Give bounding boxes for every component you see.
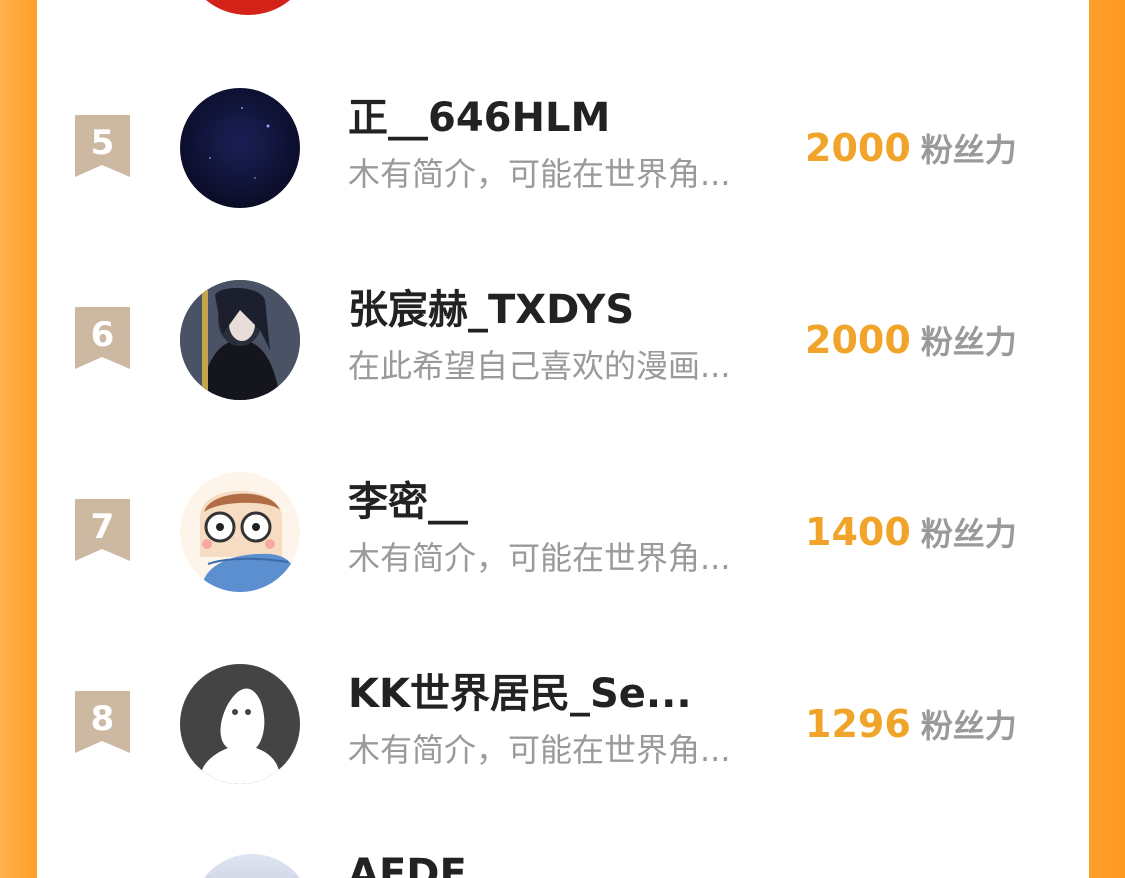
default-user-avatar[interactable] xyxy=(180,664,300,784)
score-unit: 粉丝力 xyxy=(920,707,1017,745)
rank-number: 5 xyxy=(90,123,115,163)
user-bio: 木有简介，可能在世界角... xyxy=(348,539,731,577)
ranking-row-5[interactable]: 5 正__646HLM 木有简介，可能在世界角... 2000 粉丝力 xyxy=(37,88,1089,248)
score-unit: 粉丝力 xyxy=(920,515,1017,553)
partial-username[interactable]: AFDE xyxy=(348,850,467,878)
ranking-row-8[interactable]: 8 KK世界居民_Se... 木有简介，可能在世界角... 1296 粉丝力 xyxy=(37,664,1089,824)
score-value: 2000 xyxy=(805,126,911,170)
rank-badge: 5 xyxy=(75,115,130,177)
fan-power-score: 2000 粉丝力 xyxy=(805,316,1017,372)
username[interactable]: 张宸赫_TXDYS xyxy=(348,286,634,334)
fan-power-score: 2000 粉丝力 xyxy=(805,124,1017,180)
partial-avatar-top[interactable] xyxy=(188,0,308,15)
user-bio: 木有简介，可能在世界角... xyxy=(348,155,731,193)
score-value: 1400 xyxy=(805,510,911,554)
rank-badge: 8 xyxy=(75,691,130,753)
fan-ranking-list: 5 正__646HLM 木有简介，可能在世界角... 2000 粉丝力 6 张宸… xyxy=(37,0,1089,878)
ranking-row-7[interactable]: 7 李密__ 木有简介，可能在世界角... 1400 粉丝力 xyxy=(37,472,1089,632)
username[interactable]: 李密__ xyxy=(348,478,468,526)
ranking-row-6[interactable]: 6 张宸赫_TXDYS 在此希望自己喜欢的漫画... 2000 粉丝力 xyxy=(37,280,1089,440)
user-bio: 木有简介，可能在世界角... xyxy=(348,731,731,769)
username[interactable]: KK世界居民_Se... xyxy=(348,670,692,718)
rank-number: 6 xyxy=(90,315,115,355)
rank-number: 8 xyxy=(90,699,115,739)
fan-power-score: 1296 粉丝力 xyxy=(805,700,1017,756)
user-bio: 在此希望自己喜欢的漫画... xyxy=(348,347,731,385)
rank-number: 7 xyxy=(90,507,115,547)
rank-badge: 7 xyxy=(75,499,130,561)
score-unit: 粉丝力 xyxy=(920,131,1017,169)
score-value: 1296 xyxy=(805,702,911,746)
score-unit: 粉丝力 xyxy=(920,323,1017,361)
fan-power-score: 1400 粉丝力 xyxy=(805,508,1017,564)
cartoon-face-avatar[interactable] xyxy=(180,472,300,592)
rank-badge: 6 xyxy=(75,307,130,369)
partial-avatar-bottom[interactable] xyxy=(192,854,312,878)
night-sky-avatar[interactable] xyxy=(180,88,300,208)
username[interactable]: 正__646HLM xyxy=(348,94,610,142)
anime-character-avatar[interactable] xyxy=(180,280,300,400)
score-value: 2000 xyxy=(805,318,911,362)
